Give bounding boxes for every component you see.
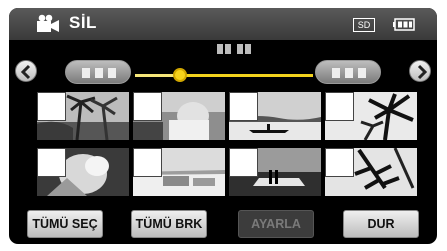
page-indicator — [217, 44, 251, 54]
thumbnail-palm-trees[interactable] — [37, 92, 129, 140]
delete-screen: SİL SD TÜMÜ SEÇ TÜMÜ BRK AYARLA DUR — [9, 8, 437, 244]
video-camera-icon — [37, 14, 59, 32]
select-all-button[interactable]: TÜMÜ SEÇ — [27, 210, 103, 238]
page-title: SİL — [69, 13, 97, 32]
thumbnail-beach-chairs[interactable] — [133, 148, 225, 196]
set-button[interactable]: AYARLA — [238, 210, 314, 238]
select-checkbox[interactable] — [133, 92, 162, 121]
placeholder-dots — [82, 68, 116, 78]
battery-icon — [393, 18, 415, 31]
sd-card-badge: SD — [353, 18, 375, 32]
placeholder-dots — [332, 68, 366, 78]
thumbnail-person-reading[interactable] — [133, 92, 225, 140]
select-checkbox[interactable] — [133, 148, 162, 177]
stop-button[interactable]: DUR — [343, 210, 419, 238]
thumbnail-canoe-on-water[interactable] — [229, 92, 321, 140]
slider-handle[interactable] — [172, 68, 187, 82]
next-page-button[interactable] — [409, 60, 431, 82]
select-checkbox[interactable] — [37, 148, 66, 177]
select-checkbox[interactable] — [325, 148, 354, 177]
header-bar: SİL SD — [9, 8, 437, 40]
chevron-right-icon — [417, 64, 428, 80]
thumbnail-people-hugging[interactable] — [37, 148, 129, 196]
chevron-left-icon — [20, 64, 31, 80]
select-checkbox[interactable] — [229, 148, 258, 177]
thumbnail-palm-silhouette[interactable] — [325, 92, 417, 140]
thumbnail-couple-at-sunset[interactable] — [229, 148, 321, 196]
previous-group-button[interactable] — [65, 60, 131, 84]
deselect-all-button[interactable]: TÜMÜ BRK — [131, 210, 207, 238]
select-checkbox[interactable] — [37, 92, 66, 121]
previous-page-button[interactable] — [15, 60, 37, 82]
next-group-button[interactable] — [315, 60, 381, 84]
select-checkbox[interactable] — [229, 92, 258, 121]
thumbnail-palm-fronds[interactable] — [325, 148, 417, 196]
select-checkbox[interactable] — [325, 92, 354, 121]
